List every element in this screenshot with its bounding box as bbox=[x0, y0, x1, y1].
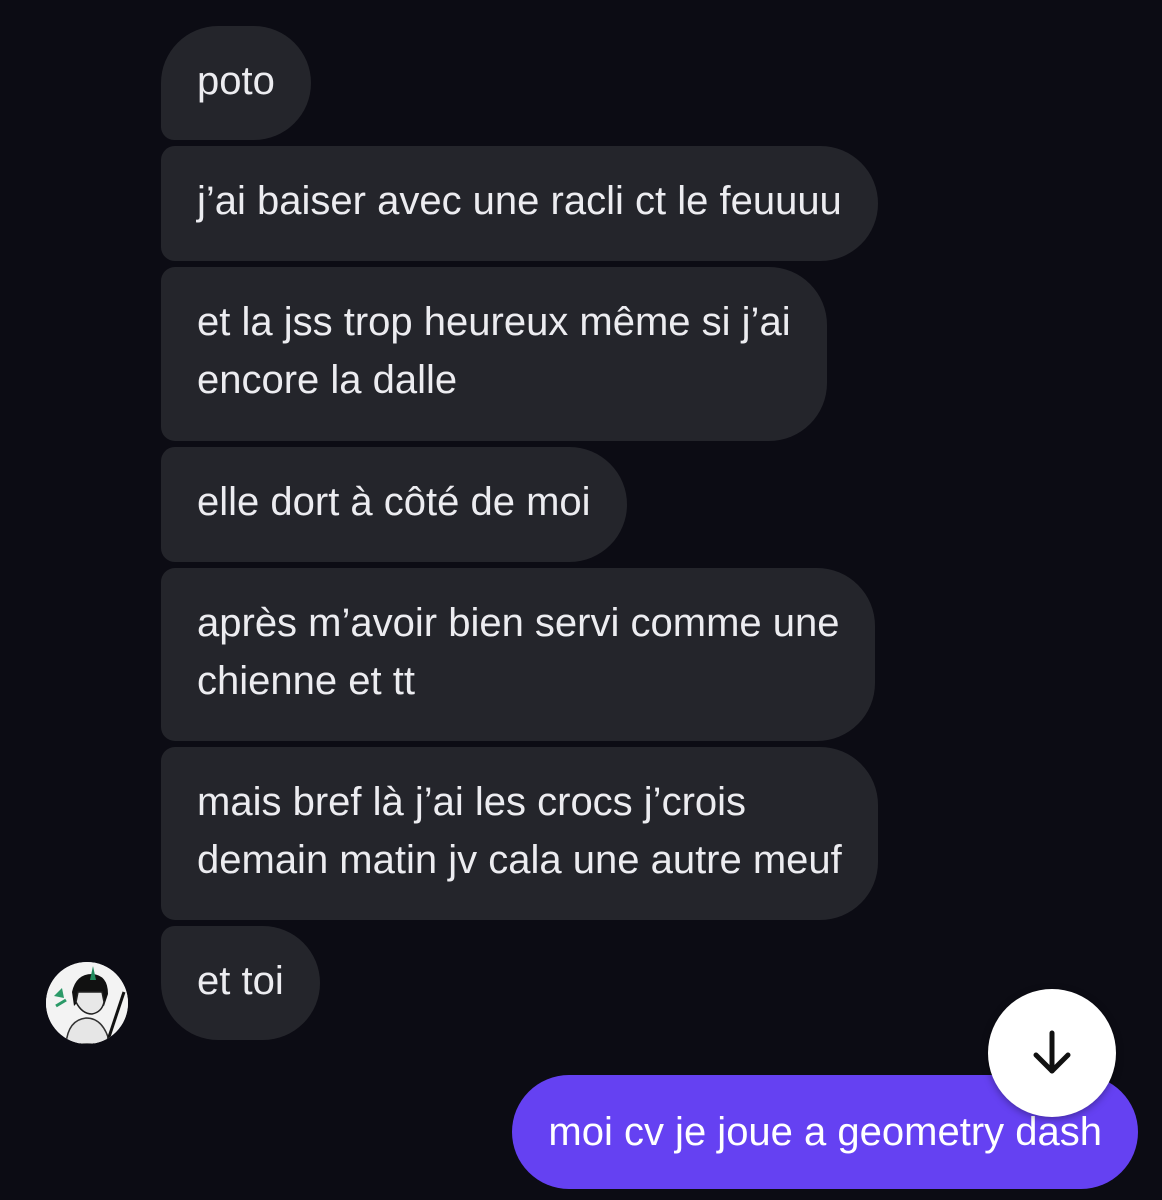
scroll-to-bottom-button[interactable] bbox=[988, 989, 1116, 1117]
received-message[interactable]: et toi bbox=[161, 926, 320, 1040]
chat-thread: poto j’ai baiser avec une racli ct le fe… bbox=[0, 0, 1162, 1200]
contact-avatar[interactable] bbox=[46, 962, 128, 1044]
received-message[interactable]: poto bbox=[161, 26, 311, 140]
received-message[interactable]: elle dort à côté de moi bbox=[161, 447, 627, 562]
received-message[interactable]: et la jss trop heureux même si j’ai enco… bbox=[161, 267, 827, 441]
arrow-down-icon bbox=[1033, 1030, 1071, 1074]
received-message[interactable]: après m’avoir bien servi comme une chien… bbox=[161, 568, 876, 741]
received-message[interactable]: mais bref là j’ai les crocs j’crois dema… bbox=[161, 747, 878, 920]
avatar-illustration-icon bbox=[46, 962, 128, 1044]
received-message[interactable]: j’ai baiser avec une racli ct le feuuuu bbox=[161, 146, 878, 261]
